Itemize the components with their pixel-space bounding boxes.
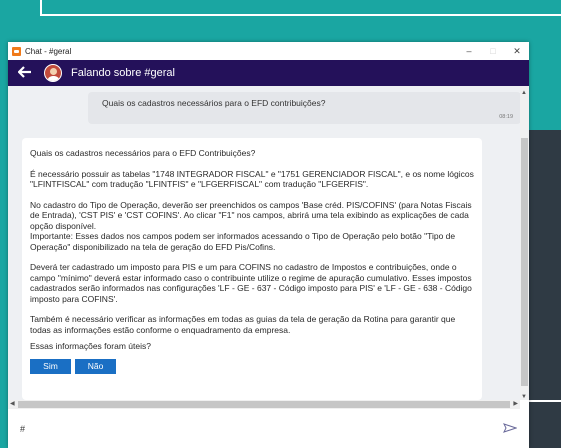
- message-timestamp: 08:19: [499, 114, 513, 120]
- vertical-scrollbar[interactable]: ▲ ▼: [520, 86, 529, 400]
- no-button[interactable]: Não: [75, 358, 116, 374]
- send-icon[interactable]: [503, 420, 518, 438]
- feedback-question: Essas informações foram úteis?: [30, 341, 151, 351]
- maximize-icon[interactable]: □: [481, 46, 505, 56]
- minimize-icon[interactable]: –: [457, 46, 481, 56]
- close-icon[interactable]: ✕: [505, 46, 529, 57]
- yes-button[interactable]: Sim: [30, 358, 71, 374]
- title-bar: Chat - #geral – □ ✕: [8, 42, 529, 60]
- horizontal-scroll-thumb[interactable]: [18, 401, 510, 408]
- user-avatar-icon: [44, 64, 62, 82]
- scroll-up-icon[interactable]: ▲: [521, 90, 527, 96]
- back-arrow-icon[interactable]: [17, 65, 32, 81]
- bot-paragraph: No cadastro do Tipo de Operação, deverão…: [30, 199, 472, 252]
- feedback-buttons: Sim Não: [30, 358, 474, 374]
- user-message-text: Quais os cadastros necessários para o EF…: [102, 98, 326, 108]
- user-message-bubble: Quais os cadastros necessários para o EF…: [88, 92, 521, 124]
- vertical-scroll-thumb[interactable]: [521, 138, 528, 386]
- message-list[interactable]: Quais os cadastros necessários para o EF…: [8, 86, 529, 400]
- scroll-right-icon[interactable]: ▶: [513, 400, 518, 407]
- chat-header: Falando sobre #geral: [8, 60, 529, 86]
- bot-message-bubble: Quais os cadastros necessários para o EF…: [22, 138, 482, 400]
- bot-paragraph: É necessário possuir as tabelas "1748 IN…: [30, 168, 474, 190]
- horizontal-scrollbar[interactable]: ◀ ▶: [8, 400, 520, 409]
- background-line-horizontal: [40, 14, 561, 16]
- message-input[interactable]: [20, 423, 503, 434]
- chat-header-title: Falando sobre #geral: [71, 67, 175, 79]
- bot-paragraph: Quais os cadastros necessários para o EF…: [30, 148, 256, 158]
- chat-app-icon: [12, 46, 21, 56]
- scroll-left-icon[interactable]: ◀: [10, 400, 15, 407]
- message-input-bar: [8, 409, 529, 448]
- chat-window: Chat - #geral – □ ✕ Falando sobre #geral…: [8, 42, 529, 448]
- scroll-down-icon[interactable]: ▼: [521, 394, 527, 400]
- bot-paragraph: Deverá ter cadastrado um imposto para PI…: [30, 262, 472, 304]
- bot-paragraph: Também é necessário verificar as informa…: [30, 314, 456, 335]
- window-title: Chat - #geral: [25, 46, 72, 56]
